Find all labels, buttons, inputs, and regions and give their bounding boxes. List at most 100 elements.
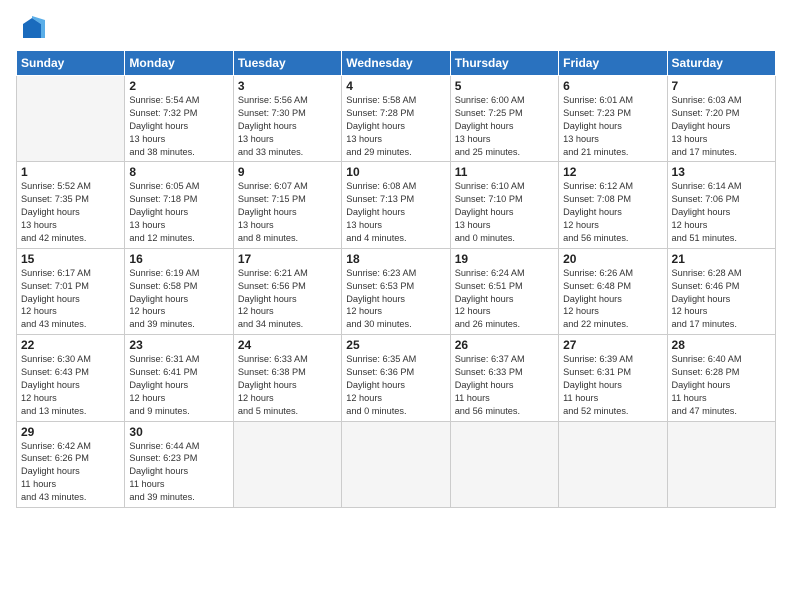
weekday-header-thursday: Thursday — [450, 51, 558, 76]
day-number: 30 — [129, 425, 228, 439]
day-number: 15 — [21, 252, 120, 266]
calendar-cell: 10Sunrise: 6:08 AMSunset: 7:13 PMDayligh… — [342, 162, 450, 248]
calendar-cell — [233, 421, 341, 507]
day-number: 25 — [346, 338, 445, 352]
day-detail: Sunrise: 6:21 AMSunset: 6:56 PMDaylight … — [238, 267, 337, 331]
day-number: 9 — [238, 165, 337, 179]
day-number: 8 — [129, 165, 228, 179]
day-detail: Sunrise: 6:10 AMSunset: 7:10 PMDaylight … — [455, 180, 554, 244]
day-detail: Sunrise: 6:08 AMSunset: 7:13 PMDaylight … — [346, 180, 445, 244]
weekday-header-wednesday: Wednesday — [342, 51, 450, 76]
calendar-cell: 18Sunrise: 6:23 AMSunset: 6:53 PMDayligh… — [342, 248, 450, 334]
day-detail: Sunrise: 6:12 AMSunset: 7:08 PMDaylight … — [563, 180, 662, 244]
calendar-cell: 2Sunrise: 5:54 AMSunset: 7:32 PMDaylight… — [125, 76, 233, 162]
day-detail: Sunrise: 6:40 AMSunset: 6:28 PMDaylight … — [672, 353, 771, 417]
calendar-cell: 20Sunrise: 6:26 AMSunset: 6:48 PMDayligh… — [559, 248, 667, 334]
day-detail: Sunrise: 6:23 AMSunset: 6:53 PMDaylight … — [346, 267, 445, 331]
day-number: 6 — [563, 79, 662, 93]
day-number: 7 — [672, 79, 771, 93]
day-number: 16 — [129, 252, 228, 266]
calendar-cell: 28Sunrise: 6:40 AMSunset: 6:28 PMDayligh… — [667, 335, 775, 421]
calendar-cell: 16Sunrise: 6:19 AMSunset: 6:58 PMDayligh… — [125, 248, 233, 334]
day-number: 12 — [563, 165, 662, 179]
calendar-cell — [450, 421, 558, 507]
day-detail: Sunrise: 5:54 AMSunset: 7:32 PMDaylight … — [129, 94, 228, 158]
day-number: 13 — [672, 165, 771, 179]
day-detail: Sunrise: 6:31 AMSunset: 6:41 PMDaylight … — [129, 353, 228, 417]
calendar-cell: 22Sunrise: 6:30 AMSunset: 6:43 PMDayligh… — [17, 335, 125, 421]
day-detail: Sunrise: 6:28 AMSunset: 6:46 PMDaylight … — [672, 267, 771, 331]
logo — [16, 16, 45, 42]
day-number: 3 — [238, 79, 337, 93]
calendar-cell: 7Sunrise: 6:03 AMSunset: 7:20 PMDaylight… — [667, 76, 775, 162]
calendar-cell: 27Sunrise: 6:39 AMSunset: 6:31 PMDayligh… — [559, 335, 667, 421]
calendar-cell: 24Sunrise: 6:33 AMSunset: 6:38 PMDayligh… — [233, 335, 341, 421]
calendar-cell — [667, 421, 775, 507]
day-number: 27 — [563, 338, 662, 352]
calendar-cell: 5Sunrise: 6:00 AMSunset: 7:25 PMDaylight… — [450, 76, 558, 162]
calendar-cell: 23Sunrise: 6:31 AMSunset: 6:41 PMDayligh… — [125, 335, 233, 421]
calendar-cell: 6Sunrise: 6:01 AMSunset: 7:23 PMDaylight… — [559, 76, 667, 162]
day-number: 19 — [455, 252, 554, 266]
day-detail: Sunrise: 6:39 AMSunset: 6:31 PMDaylight … — [563, 353, 662, 417]
day-number: 23 — [129, 338, 228, 352]
day-detail: Sunrise: 6:33 AMSunset: 6:38 PMDaylight … — [238, 353, 337, 417]
calendar-cell: 11Sunrise: 6:10 AMSunset: 7:10 PMDayligh… — [450, 162, 558, 248]
calendar-cell — [559, 421, 667, 507]
day-detail: Sunrise: 6:01 AMSunset: 7:23 PMDaylight … — [563, 94, 662, 158]
calendar-cell: 17Sunrise: 6:21 AMSunset: 6:56 PMDayligh… — [233, 248, 341, 334]
day-detail: Sunrise: 5:56 AMSunset: 7:30 PMDaylight … — [238, 94, 337, 158]
weekday-header-tuesday: Tuesday — [233, 51, 341, 76]
day-number: 17 — [238, 252, 337, 266]
calendar-cell — [342, 421, 450, 507]
weekday-header-saturday: Saturday — [667, 51, 775, 76]
calendar-cell: 15Sunrise: 6:17 AMSunset: 7:01 PMDayligh… — [17, 248, 125, 334]
calendar-cell: 12Sunrise: 6:12 AMSunset: 7:08 PMDayligh… — [559, 162, 667, 248]
calendar-cell: 9Sunrise: 6:07 AMSunset: 7:15 PMDaylight… — [233, 162, 341, 248]
weekday-header-friday: Friday — [559, 51, 667, 76]
weekday-header-monday: Monday — [125, 51, 233, 76]
day-detail: Sunrise: 6:37 AMSunset: 6:33 PMDaylight … — [455, 353, 554, 417]
day-detail: Sunrise: 6:07 AMSunset: 7:15 PMDaylight … — [238, 180, 337, 244]
day-detail: Sunrise: 6:30 AMSunset: 6:43 PMDaylight … — [21, 353, 120, 417]
day-number: 5 — [455, 79, 554, 93]
day-number: 26 — [455, 338, 554, 352]
calendar-cell: 29Sunrise: 6:42 AMSunset: 6:26 PMDayligh… — [17, 421, 125, 507]
day-detail: Sunrise: 5:52 AMSunset: 7:35 PMDaylight … — [21, 180, 120, 244]
day-number: 4 — [346, 79, 445, 93]
day-detail: Sunrise: 6:19 AMSunset: 6:58 PMDaylight … — [129, 267, 228, 331]
day-number: 2 — [129, 79, 228, 93]
logo-icon — [19, 16, 45, 42]
calendar-cell: 8Sunrise: 6:05 AMSunset: 7:18 PMDaylight… — [125, 162, 233, 248]
day-number: 24 — [238, 338, 337, 352]
day-number: 1 — [21, 165, 120, 179]
day-detail: Sunrise: 6:24 AMSunset: 6:51 PMDaylight … — [455, 267, 554, 331]
day-number: 29 — [21, 425, 120, 439]
calendar-cell: 3Sunrise: 5:56 AMSunset: 7:30 PMDaylight… — [233, 76, 341, 162]
day-detail: Sunrise: 6:42 AMSunset: 6:26 PMDaylight … — [21, 440, 120, 504]
day-number: 10 — [346, 165, 445, 179]
day-number: 18 — [346, 252, 445, 266]
day-detail: Sunrise: 6:44 AMSunset: 6:23 PMDaylight … — [129, 440, 228, 504]
calendar-table: SundayMondayTuesdayWednesdayThursdayFrid… — [16, 50, 776, 508]
day-number: 28 — [672, 338, 771, 352]
weekday-header-sunday: Sunday — [17, 51, 125, 76]
calendar-cell: 30Sunrise: 6:44 AMSunset: 6:23 PMDayligh… — [125, 421, 233, 507]
calendar-cell: 1Sunrise: 5:52 AMSunset: 7:35 PMDaylight… — [17, 162, 125, 248]
day-detail: Sunrise: 6:05 AMSunset: 7:18 PMDaylight … — [129, 180, 228, 244]
day-detail: Sunrise: 5:58 AMSunset: 7:28 PMDaylight … — [346, 94, 445, 158]
day-detail: Sunrise: 6:03 AMSunset: 7:20 PMDaylight … — [672, 94, 771, 158]
calendar-cell: 4Sunrise: 5:58 AMSunset: 7:28 PMDaylight… — [342, 76, 450, 162]
calendar-cell: 26Sunrise: 6:37 AMSunset: 6:33 PMDayligh… — [450, 335, 558, 421]
day-detail: Sunrise: 6:00 AMSunset: 7:25 PMDaylight … — [455, 94, 554, 158]
day-detail: Sunrise: 6:26 AMSunset: 6:48 PMDaylight … — [563, 267, 662, 331]
day-number: 20 — [563, 252, 662, 266]
calendar-cell: 13Sunrise: 6:14 AMSunset: 7:06 PMDayligh… — [667, 162, 775, 248]
calendar-cell: 19Sunrise: 6:24 AMSunset: 6:51 PMDayligh… — [450, 248, 558, 334]
calendar-cell: 25Sunrise: 6:35 AMSunset: 6:36 PMDayligh… — [342, 335, 450, 421]
calendar-cell — [17, 76, 125, 162]
day-detail: Sunrise: 6:17 AMSunset: 7:01 PMDaylight … — [21, 267, 120, 331]
calendar-cell: 21Sunrise: 6:28 AMSunset: 6:46 PMDayligh… — [667, 248, 775, 334]
day-detail: Sunrise: 6:35 AMSunset: 6:36 PMDaylight … — [346, 353, 445, 417]
day-number: 22 — [21, 338, 120, 352]
